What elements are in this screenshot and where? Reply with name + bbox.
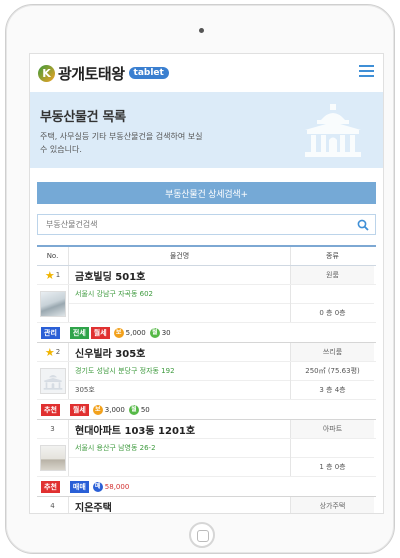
search-input[interactable] — [46, 220, 326, 229]
property-address: 경기도 성남시 분당구 정자동 192 — [69, 362, 290, 381]
table-row[interactable]: 3 현대아파트 103동 1201호 아파트 서울시 용산구 남영동 26-2 … — [37, 420, 376, 497]
property-title[interactable]: 금호빌딩 501호 — [69, 266, 291, 284]
screen: K 광개토태왕 tablet 부동산물건 목록 주택, 사무실등 기타 부동산물… — [29, 53, 384, 514]
property-floor: 3 층 4층 — [319, 385, 346, 394]
monthly-icon: 월 — [128, 404, 139, 415]
page-description: 주택, 사무실등 기타 부동산물건을 검색하여 보실 수 있습니다. — [40, 132, 203, 154]
col-name: 물건명 — [69, 247, 291, 265]
tag-badge: 월세 — [90, 326, 110, 339]
monthly-value: 30 — [161, 328, 171, 337]
deposit-icon: 보 — [92, 404, 103, 415]
placeholder-building-icon[interactable] — [39, 367, 66, 394]
property-area — [291, 285, 374, 304]
property-area: 250㎡ (75.63평) — [291, 362, 374, 381]
deposit-value: 3,000 — [104, 405, 125, 414]
star-icon: ★ — [44, 345, 55, 359]
property-title[interactable]: 지온주택 — [69, 497, 291, 513]
row-number: 4 — [37, 497, 69, 513]
monthly-icon: 월 — [149, 327, 160, 338]
table-row[interactable]: ★ 2 신우빌라 305호 쓰리룸 경기도 성남시 분당구 정자동 192 30… — [37, 343, 376, 420]
camera-dot — [199, 28, 204, 33]
search-bar — [37, 214, 376, 235]
table-row[interactable]: ★1 금호빌딩 501호 원룸 서울시 강남구 자곡동 602 0 층 0층 — [37, 266, 376, 343]
property-address: 서울시 강남구 자곡동 602 — [69, 285, 290, 304]
property-floor: 0 층 0층 — [319, 308, 346, 317]
price-line: 추천 월세 보 3,000 월 50 — [37, 400, 376, 419]
tag-badge: 관리 — [41, 326, 60, 339]
property-area — [291, 439, 374, 458]
property-thumbnail[interactable] — [39, 290, 66, 317]
property-sub — [69, 304, 290, 322]
price-line: 관리 전세 월세 보 5,000 월 30 — [37, 323, 376, 342]
property-address: 서울시 용산구 남영동 26-2 — [69, 439, 290, 458]
header: K 광개토태왕 tablet — [30, 54, 383, 92]
tag-badge: 추천 — [41, 403, 60, 416]
deposit-value: 5,000 — [125, 328, 146, 337]
property-title[interactable]: 신우빌라 305호 — [69, 343, 291, 361]
property-title[interactable]: 현대아파트 103동 1201호 — [69, 420, 291, 438]
property-floor: 1 층 0층 — [319, 462, 346, 471]
property-type: 아파트 — [291, 420, 374, 438]
row-number: ★ 2 — [37, 343, 69, 361]
hamburger-menu-icon[interactable] — [359, 65, 374, 77]
logo-icon[interactable]: K — [38, 64, 55, 82]
property-thumbnail[interactable] — [39, 444, 66, 471]
detail-search-button[interactable]: 부동산물건 상세검색+ — [37, 182, 376, 204]
monthly-value: 50 — [140, 405, 150, 414]
sale-icon: 매 — [92, 481, 103, 492]
building-icon — [305, 104, 361, 157]
table-header: No. 물건명 종류 — [37, 247, 376, 266]
tag-badge: 추천 — [41, 480, 60, 493]
tablet-badge: tablet — [128, 67, 169, 79]
col-no: No. — [37, 247, 69, 265]
deposit-icon: 보 — [113, 327, 124, 338]
price-line: 추천 매매 매 58,000 — [37, 477, 376, 496]
property-type: 상가주택 — [291, 497, 374, 513]
tag-badge: 월세 — [69, 403, 89, 416]
sale-value: 58,000 — [104, 482, 130, 491]
row-number: ★ 1 — [37, 266, 69, 284]
property-type: 쓰리룸 — [291, 343, 374, 361]
col-type: 종류 — [326, 252, 339, 260]
logo-text[interactable]: 광개토태왕 — [58, 63, 125, 84]
search-icon[interactable] — [357, 219, 369, 231]
star-icon: ★ — [44, 268, 55, 282]
tag-badge: 전세 — [69, 326, 89, 339]
home-button[interactable] — [189, 522, 215, 548]
row-number: 3 — [37, 420, 69, 438]
property-sub — [69, 458, 290, 476]
tablet-frame: K 광개토태왕 tablet 부동산물건 목록 주택, 사무실등 기타 부동산물… — [5, 4, 395, 554]
page-banner: 부동산물건 목록 주택, 사무실등 기타 부동산물건을 검색하여 보실 수 있습… — [30, 92, 383, 168]
property-table: No. 물건명 종류 ★ 1 금호빌딩 501호 원룸 서울시 강남구 자곡동 6… — [37, 245, 376, 513]
property-type: 원룸 — [291, 266, 374, 284]
property-sub: 305호 — [75, 385, 95, 394]
table-row[interactable]: 4 지온주택 상가주택 — [37, 497, 376, 513]
tag-badge: 매매 — [69, 480, 89, 493]
